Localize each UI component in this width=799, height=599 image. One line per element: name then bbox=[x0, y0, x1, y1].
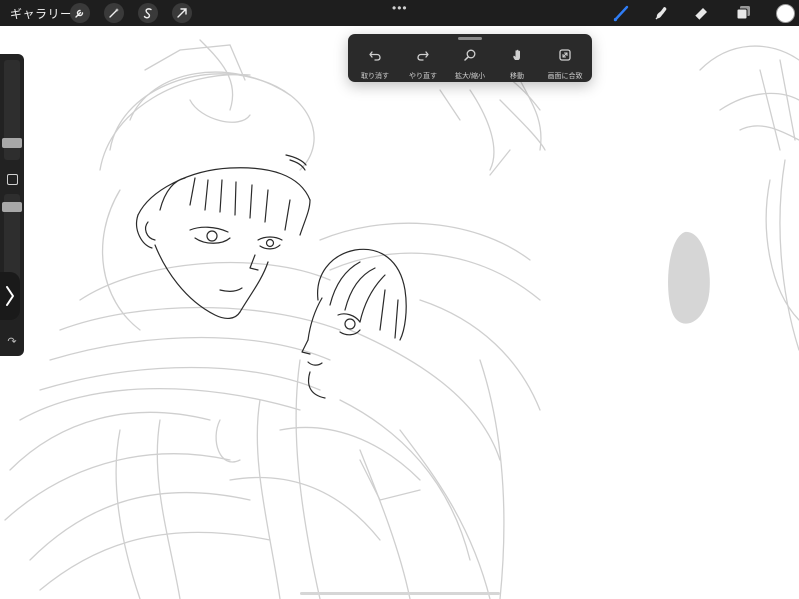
move-button[interactable]: 移動 bbox=[493, 48, 541, 83]
popover-drag-handle[interactable] bbox=[458, 37, 482, 40]
redo-icon[interactable]: ↷ bbox=[6, 336, 18, 348]
color-picker-button[interactable] bbox=[776, 4, 795, 23]
undo-icon bbox=[369, 51, 381, 61]
zoom-icon bbox=[464, 49, 476, 61]
home-indicator[interactable] bbox=[300, 592, 500, 595]
drawing-canvas[interactable] bbox=[0, 0, 799, 599]
redo-icon bbox=[417, 51, 429, 61]
magic-wand-icon[interactable] bbox=[104, 3, 124, 23]
brush-size-slider[interactable] bbox=[2, 60, 22, 160]
undo-label: 取り消す bbox=[361, 73, 389, 80]
move-label: 移動 bbox=[510, 73, 524, 80]
undo-button[interactable]: 取り消す bbox=[351, 48, 399, 83]
modify-button[interactable] bbox=[7, 174, 18, 185]
menu-dots-icon[interactable]: ••• bbox=[392, 2, 408, 14]
fit-screen-label: 画面に合致 bbox=[547, 73, 583, 80]
redo-button[interactable]: やり直す bbox=[399, 48, 447, 83]
gesture-shortcut-popover: 取り消す やり直す 拡大/縮小 移動 画面に合致 bbox=[348, 34, 592, 82]
redo-label: やり直す bbox=[409, 73, 437, 80]
wrench-icon[interactable] bbox=[70, 3, 90, 23]
top-toolbar: ギャラリー ••• bbox=[0, 0, 799, 26]
sidebar-expand-tab[interactable] bbox=[0, 272, 20, 320]
fit-screen-button[interactable]: 画面に合致 bbox=[541, 48, 589, 83]
selection-icon[interactable] bbox=[138, 3, 158, 23]
zoom-label: 拡大/縮小 bbox=[455, 73, 485, 80]
hand-icon bbox=[513, 49, 520, 60]
eraser-icon[interactable] bbox=[691, 3, 711, 23]
zoom-button[interactable]: 拡大/縮小 bbox=[446, 48, 494, 83]
transform-arrow-icon[interactable] bbox=[172, 3, 192, 23]
layers-icon[interactable] bbox=[733, 3, 753, 23]
opacity-thumb[interactable] bbox=[2, 202, 22, 212]
gallery-button[interactable]: ギャラリー bbox=[10, 5, 73, 22]
fit-screen-icon bbox=[559, 49, 571, 61]
chevron-right-icon bbox=[6, 286, 14, 306]
smudge-icon[interactable] bbox=[651, 3, 671, 23]
brush-icon[interactable] bbox=[611, 3, 631, 23]
brush-size-thumb[interactable] bbox=[2, 138, 22, 148]
